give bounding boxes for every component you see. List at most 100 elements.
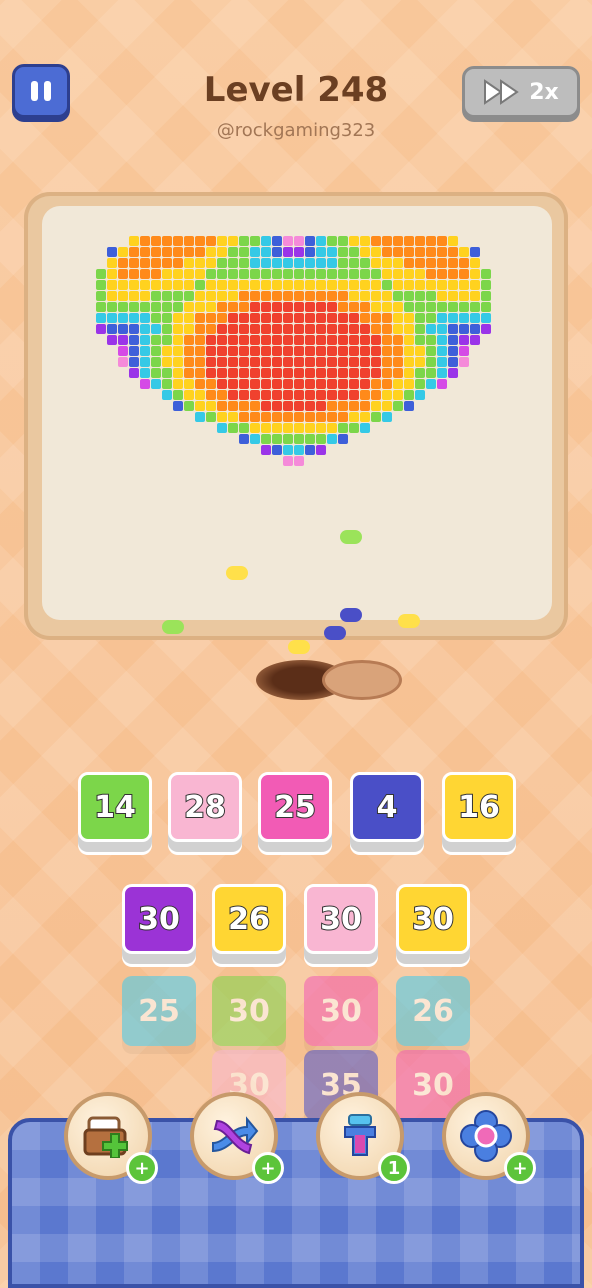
ant-yellow[interactable]	[288, 640, 310, 654]
heart-pixel	[239, 412, 249, 422]
heart-pixel	[151, 335, 161, 345]
heart-pixel	[448, 357, 458, 367]
heart-pixel	[261, 423, 271, 433]
heart-pixel	[250, 302, 260, 312]
heart-pixel	[371, 302, 381, 312]
heart-pixel	[228, 412, 238, 422]
heart-pixel	[184, 324, 194, 334]
heart-pixel	[349, 401, 359, 411]
heart-pixel	[426, 280, 436, 290]
heart-pixel	[250, 280, 260, 290]
heart-pixel	[448, 335, 458, 345]
heart-pixel	[404, 302, 414, 312]
heart-pixel	[173, 368, 183, 378]
ant-green[interactable]	[162, 620, 184, 634]
heart-pixel	[338, 313, 348, 323]
heart-pixel	[426, 302, 436, 312]
heart-pixel	[459, 346, 469, 356]
heart-pixel	[327, 291, 337, 301]
heart-pixel	[316, 357, 326, 367]
ant-yellow[interactable]	[226, 566, 248, 580]
heart-pixel	[371, 291, 381, 301]
ant-yellow[interactable]	[398, 614, 420, 628]
heart-pixel	[283, 313, 293, 323]
stack-tile[interactable]: 30	[396, 884, 470, 954]
heart-pixel	[393, 280, 403, 290]
heart-pixel	[206, 335, 216, 345]
heart-pixel	[206, 412, 216, 422]
heart-pixel	[371, 324, 381, 334]
heart-pixel	[206, 357, 216, 367]
heart-pixel	[327, 313, 337, 323]
heart-pixel	[294, 401, 304, 411]
heart-pixel	[206, 280, 216, 290]
heart-pixel	[140, 291, 150, 301]
heart-pixel	[316, 445, 326, 455]
heart-pixel	[272, 236, 282, 246]
heart-pixel	[195, 247, 205, 257]
queue-tile[interactable]: 16	[442, 772, 516, 842]
heart-pixel	[195, 346, 205, 356]
heart-pixel	[316, 324, 326, 334]
heart-pixel	[382, 412, 392, 422]
heart-pixel	[206, 269, 216, 279]
flower-badge: +	[504, 1152, 536, 1184]
stack-tile[interactable]: 30	[304, 884, 378, 954]
heart-pixel	[129, 335, 139, 345]
heart-pixel	[294, 324, 304, 334]
heart-pixel	[393, 269, 403, 279]
heart-pixel	[140, 247, 150, 257]
shuffle-icon	[212, 1116, 259, 1155]
heart-pixel	[195, 412, 205, 422]
heart-pixel	[261, 357, 271, 367]
heart-pixel	[151, 280, 161, 290]
heart-pixel	[305, 412, 315, 422]
ant-blue[interactable]	[340, 608, 362, 622]
heart-pixel	[184, 346, 194, 356]
heart-pixel	[261, 379, 271, 389]
heart-pixel	[250, 390, 260, 400]
heart-pixel	[283, 335, 293, 345]
stack-tile[interactable]: 26	[212, 884, 286, 954]
heart-pixel	[382, 335, 392, 345]
stack-tile[interactable]: 30	[122, 884, 196, 954]
heart-pixel	[316, 412, 326, 422]
heart-pixel	[228, 368, 238, 378]
heart-pixel	[294, 247, 304, 257]
heart-pixel	[217, 302, 227, 312]
heart-pixel	[261, 291, 271, 301]
ant-green[interactable]	[340, 530, 362, 544]
heart-pixel	[261, 368, 271, 378]
heart-pixel	[129, 258, 139, 268]
heart-pixel	[283, 368, 293, 378]
heart-pixel	[283, 401, 293, 411]
queue-tile[interactable]: 14	[78, 772, 152, 842]
ant-blue[interactable]	[324, 626, 346, 640]
heart-pixel	[206, 401, 216, 411]
queue-tile[interactable]: 4	[350, 772, 424, 842]
heart-pixel	[404, 335, 414, 345]
heart-pixel	[371, 346, 381, 356]
queue-tile[interactable]: 28	[168, 772, 242, 842]
heart-pixel	[338, 368, 348, 378]
heart-pixel	[272, 357, 282, 367]
queue-tile[interactable]: 25	[258, 772, 332, 842]
heart-pixel	[316, 291, 326, 301]
heart-pixel	[393, 346, 403, 356]
heart-pixel	[228, 357, 238, 367]
heart-pixel	[129, 280, 139, 290]
heart-pixel	[448, 291, 458, 301]
heart-pixel	[272, 280, 282, 290]
heart-pixel	[206, 236, 216, 246]
heart-pixel	[184, 291, 194, 301]
heart-pixel	[393, 357, 403, 367]
heart-pixel	[349, 324, 359, 334]
heart-pixel	[371, 379, 381, 389]
speed-button[interactable]: 2x	[462, 66, 580, 118]
heart-pixel	[173, 269, 183, 279]
heart-pixel	[360, 357, 370, 367]
heart-pixel	[239, 236, 249, 246]
heart-pixel	[151, 247, 161, 257]
heart-pixel	[261, 280, 271, 290]
heart-pixel	[283, 247, 293, 257]
